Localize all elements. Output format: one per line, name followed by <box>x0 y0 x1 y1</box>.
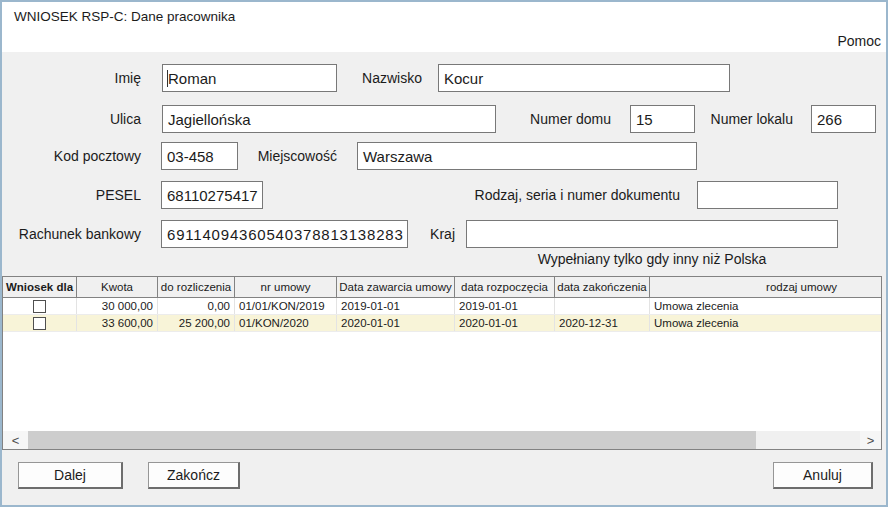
table-header-row: Wniosek dla Kwota do rozliczenia nr umow… <box>3 277 881 298</box>
cell-kwota: 30 000,00 <box>77 298 158 314</box>
nazwisko-input[interactable]: Kocur <box>438 64 730 92</box>
scroll-left-button[interactable]: < <box>3 431 28 449</box>
cell-rodzaj-umowy: Umowa zlecenia <box>650 298 881 314</box>
kraj-note: Wypełniany tylko gdy inny niż Polska <box>466 251 838 267</box>
dalej-button[interactable]: Dalej <box>18 462 123 489</box>
cell-data-rozpoczecia: 2020-01-01 <box>455 315 555 331</box>
row-checkbox[interactable] <box>33 300 46 313</box>
kod-pocztowy-label: Kod pocztowy <box>0 148 141 164</box>
numer-lokalu-label: Numer lokalu <box>650 111 793 127</box>
cell-wniosek-dla <box>3 298 77 314</box>
cell-wniosek-dla <box>3 315 77 331</box>
col-header-data-zakonczenia[interactable]: data zakończenia <box>555 277 650 297</box>
cell-data-zakonczenia <box>555 298 650 314</box>
table-row[interactable]: 33 600,00 25 200,00 01/KON/2020 2020-01-… <box>3 315 881 332</box>
scroll-right-icon: > <box>867 433 875 448</box>
miejscowosc-input[interactable]: Warszawa <box>357 142 697 170</box>
anuluj-button[interactable]: Anuluj <box>773 462 873 489</box>
horizontal-scrollbar[interactable]: < > <box>3 431 881 449</box>
cell-kwota: 33 600,00 <box>77 315 158 331</box>
miejscowosc-label: Miejscowość <box>190 148 337 164</box>
pesel-input[interactable]: 68110275417 <box>161 181 263 209</box>
col-header-wniosek-dla[interactable]: Wniosek dla <box>3 277 77 297</box>
cell-data-rozpoczecia: 2019-01-01 <box>455 298 555 314</box>
ulica-input[interactable]: Jagiellońska <box>162 105 496 133</box>
imie-label: Imię <box>0 70 141 86</box>
cell-data-zawarcia: 2019-01-01 <box>337 298 455 314</box>
window-title: WNIOSEK RSP-C: Dane pracownika <box>14 9 235 24</box>
text-caret <box>167 70 168 87</box>
cell-nr-umowy: 01/KON/2020 <box>235 315 337 331</box>
col-header-rodzaj-umowy[interactable]: rodzaj umowy <box>650 277 881 297</box>
kraj-label: Kraj <box>355 226 455 242</box>
pesel-label: PESEL <box>0 187 141 203</box>
rachunek-label: Rachunek bankowy <box>0 226 141 242</box>
cell-data-zakonczenia: 2020-12-31 <box>555 315 650 331</box>
nazwisko-label: Nazwisko <box>222 70 422 86</box>
col-header-data-zawarcia[interactable]: Data zawarcia umowy <box>337 277 455 297</box>
scroll-left-icon: < <box>12 433 20 448</box>
help-menu-item[interactable]: Pomoc <box>837 33 881 49</box>
contracts-table: Wniosek dla Kwota do rozliczenia nr umow… <box>2 276 882 450</box>
row-checkbox[interactable] <box>33 317 46 330</box>
cell-do-rozliczenia: 0,00 <box>158 298 235 314</box>
dokument-input[interactable] <box>697 181 838 209</box>
dokument-label: Rodzaj, seria i numer dokumentu <box>400 187 680 203</box>
scroll-right-button[interactable]: > <box>860 431 881 449</box>
cell-nr-umowy: 01/01/KON/2019 <box>235 298 337 314</box>
col-header-nr-umowy[interactable]: nr umowy <box>235 277 337 297</box>
scrollbar-track[interactable] <box>756 431 860 449</box>
zakoncz-button[interactable]: Zakończ <box>148 462 240 489</box>
numer-lokalu-input[interactable]: 266 <box>811 105 876 133</box>
table-row[interactable]: 30 000,00 0,00 01/01/KON/2019 2019-01-01… <box>3 298 881 315</box>
cell-data-zawarcia: 2020-01-01 <box>337 315 455 331</box>
col-header-data-rozpoczecia[interactable]: data rozpoczęcia <box>455 277 555 297</box>
ulica-label: Ulica <box>0 111 141 127</box>
numer-domu-label: Numer domu <box>470 111 611 127</box>
scrollbar-thumb[interactable] <box>28 431 756 449</box>
cell-rodzaj-umowy: Umowa zlecenia <box>650 315 881 331</box>
cell-do-rozliczenia: 25 200,00 <box>158 315 235 331</box>
col-header-do-rozliczenia[interactable]: do rozliczenia <box>158 277 235 297</box>
kraj-input[interactable] <box>466 220 838 248</box>
col-header-kwota[interactable]: Kwota <box>77 277 158 297</box>
